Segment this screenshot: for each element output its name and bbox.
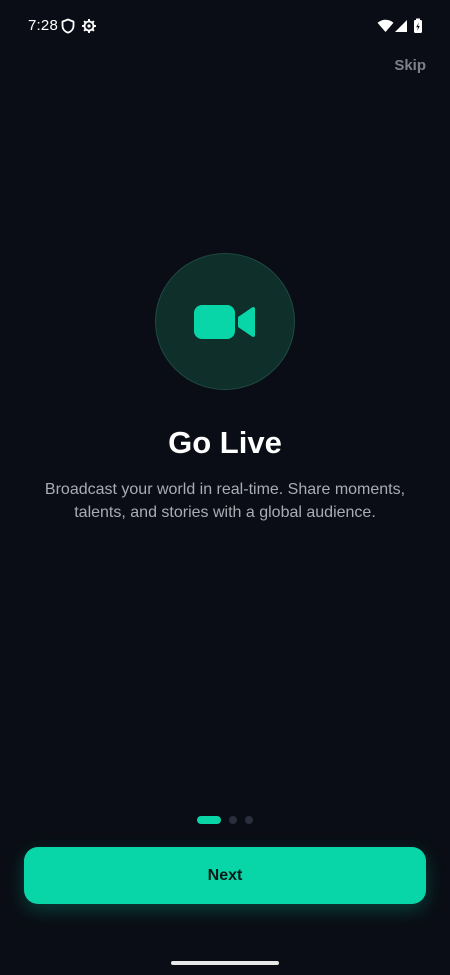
wifi-icon <box>377 18 394 34</box>
home-indicator[interactable] <box>171 961 279 965</box>
video-camera-icon <box>194 304 255 339</box>
signal-icon <box>394 18 408 34</box>
battery-icon <box>413 18 423 34</box>
hero-icon-circle <box>155 253 295 390</box>
settings-gear-icon <box>81 18 97 34</box>
next-button[interactable]: Next <box>24 847 426 904</box>
page-indicator-3[interactable] <box>245 816 253 824</box>
page-indicator-2[interactable] <box>229 816 237 824</box>
onboarding-title: Go Live <box>168 425 282 460</box>
page-indicator-1[interactable] <box>197 816 221 824</box>
onboarding-description: Broadcast your world in real-time. Share… <box>44 481 406 521</box>
shield-icon <box>60 18 76 34</box>
status-time: 7:28 <box>28 17 58 34</box>
skip-button[interactable]: Skip <box>394 57 426 74</box>
pagination-dots <box>0 816 450 824</box>
status-bar: 7:28 <box>0 0 450 52</box>
